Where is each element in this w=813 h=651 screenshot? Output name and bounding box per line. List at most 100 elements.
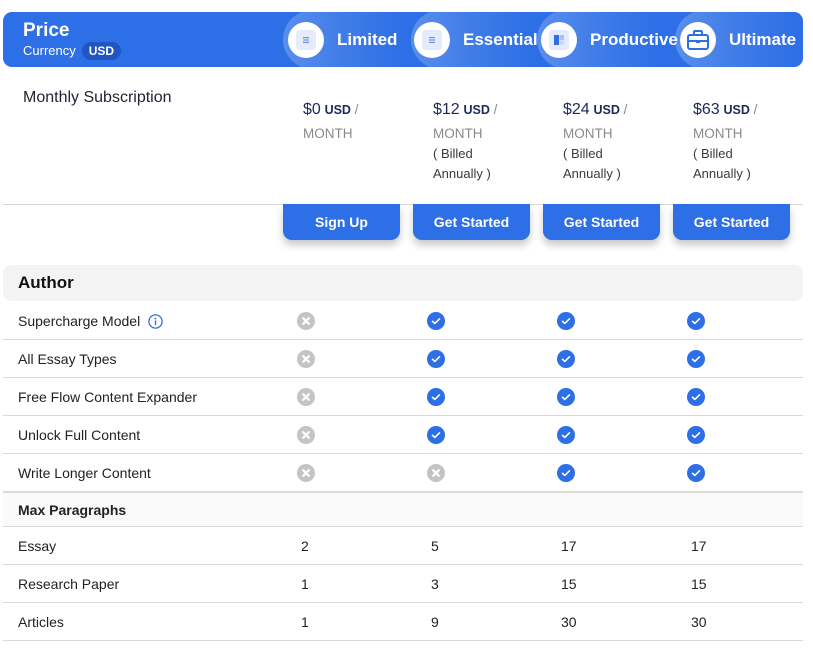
paragraph-count: 9 [431,614,439,630]
paragraph-count: 1 [301,614,309,630]
feature-row: Supercharge Model [3,302,803,340]
cross-icon [297,378,315,416]
briefcase-icon [680,21,716,58]
cross-icon [297,340,315,378]
price-productive: $24 USD / MONTH ( Billed Annually ) [563,99,673,184]
paragraph-row: Articles 1 9 30 30 [3,603,803,641]
billing-note: Annually ) [433,166,491,181]
check-icon [427,416,445,454]
price-amount: $63 [693,101,720,118]
billing-note: ( Billed [563,146,603,161]
billing-note: Annually ) [693,166,751,181]
check-icon [687,454,705,492]
cross-icon [297,454,315,492]
section-title: Author [18,273,74,292]
price-period: MONTH [433,126,483,141]
price-period: MONTH [563,126,613,141]
feature-label: Unlock Full Content [18,427,141,443]
section-max-paragraphs-header: Max Paragraphs [3,492,803,527]
paragraph-count: 1 [301,576,309,592]
paragraph-count: 15 [561,576,577,592]
paragraph-count: 5 [431,538,439,554]
check-icon [557,416,575,454]
currency-label: Currency [23,43,76,58]
check-icon [557,302,575,340]
plan-name: Essential [463,29,538,49]
price-currency: USD [324,103,351,117]
cross-icon [297,416,315,454]
feature-row: All Essay Types [3,340,803,378]
price-limited: $0 USD / MONTH [303,99,413,144]
paragraph-count: 17 [561,538,577,554]
section-title: Max Paragraphs [18,502,127,518]
section-author-header: Author [3,265,803,301]
price-ultimate: $63 USD / MONTH ( Billed Annually ) [693,99,803,184]
feature-label: Supercharge Model [18,313,141,329]
price-essential: $12 USD / MONTH ( Billed Annually ) [433,99,543,184]
row-label: Articles [18,614,64,630]
get-started-productive-button[interactable]: Get Started [543,204,660,240]
check-icon [687,416,705,454]
plan-name: Productive [590,29,678,49]
check-icon [687,302,705,340]
paragraph-count: 30 [691,614,707,630]
sign-up-button[interactable]: Sign Up [283,204,400,240]
paragraph-count: 30 [561,614,577,630]
feature-row: Free Flow Content Expander [3,378,803,416]
check-icon [557,340,575,378]
plan-name: Ultimate [729,29,797,49]
price-currency: USD [463,103,490,117]
plan-header-limited: Limited [288,12,397,67]
row-label: Research Paper [18,576,120,592]
row-label: Essay [18,538,57,554]
check-icon [427,302,445,340]
paragraph-count: 3 [431,576,439,592]
price-slash: / [493,102,498,117]
price-period: MONTH [303,126,353,141]
info-icon[interactable] [148,313,163,329]
price-slash: / [753,102,758,117]
price-amount: $24 [563,101,590,118]
price-header: Price Currency USD [23,20,122,60]
feature-row: Unlock Full Content [3,416,803,454]
paragraph-count: 17 [691,538,707,554]
paragraph-row: Essay 2 5 17 17 [3,527,803,565]
get-started-ultimate-button[interactable]: Get Started [673,204,790,240]
plan-name: Limited [337,29,398,49]
cross-icon [427,454,445,492]
feature-row: Write Longer Content [3,454,803,492]
check-icon [687,378,705,416]
price-amount: $12 [433,101,460,118]
document-icon [288,21,324,58]
billing-note: ( Billed [693,146,733,161]
layout-icon [541,21,577,58]
price-currency: USD [723,103,750,117]
price-amount: $0 [303,101,321,118]
price-slash: / [623,102,628,117]
feature-label: All Essay Types [18,351,117,367]
document-icon [414,21,450,58]
price-period: MONTH [693,126,743,141]
feature-label: Write Longer Content [18,465,151,481]
plan-header-productive: Productive [541,12,678,67]
check-icon [557,454,575,492]
billing-note: Annually ) [563,166,621,181]
billing-note: ( Billed [433,146,473,161]
check-icon [687,340,705,378]
plan-header-ultimate: Ultimate [680,12,796,67]
get-started-essential-button[interactable]: Get Started [413,204,530,240]
plan-header-essential: Essential [414,12,538,67]
check-icon [557,378,575,416]
paragraph-count: 15 [691,576,707,592]
price-currency: USD [593,103,620,117]
price-slash: / [354,102,359,117]
paragraph-row: Research Paper 1 3 15 15 [3,565,803,603]
feature-label: Free Flow Content Expander [18,389,197,405]
price-title: Price [23,20,70,41]
paragraph-count: 2 [301,538,309,554]
plans-header: Price Currency USD Limited Essential Pro… [3,12,803,67]
cross-icon [297,302,315,340]
check-icon [427,340,445,378]
monthly-subscription-label: Monthly Subscription [23,89,172,106]
currency-selector[interactable]: USD [81,42,122,60]
